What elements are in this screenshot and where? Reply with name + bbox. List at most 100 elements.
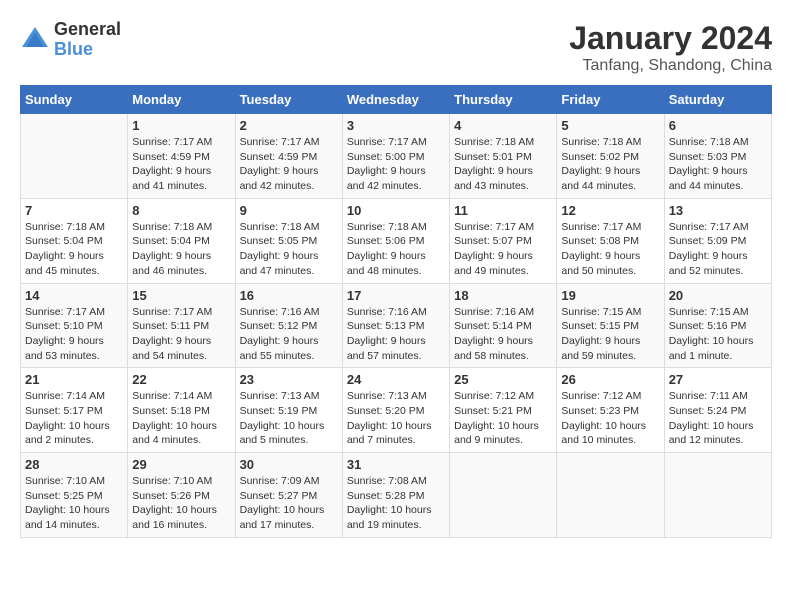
day-info: Sunrise: 7:10 AM Sunset: 5:25 PM Dayligh… [25, 474, 123, 533]
day-cell: 8 Sunrise: 7:18 AM Sunset: 5:04 PM Daylig… [128, 198, 235, 283]
day-info: Sunrise: 7:14 AM Sunset: 5:17 PM Dayligh… [25, 389, 123, 448]
day-info: Sunrise: 7:18 AM Sunset: 5:04 PM Dayligh… [132, 220, 230, 279]
day-info: Sunrise: 7:18 AM Sunset: 5:06 PM Dayligh… [347, 220, 445, 279]
day-cell: 26 Sunrise: 7:12 AM Sunset: 5:23 PM Dayli… [557, 368, 664, 453]
day-cell: 21 Sunrise: 7:14 AM Sunset: 5:17 PM Dayli… [21, 368, 128, 453]
day-cell: 17Sunrise: 7:16 AM Sunset: 5:13 PM Dayli… [342, 283, 449, 368]
day-number: 8 [132, 203, 230, 218]
day-cell: 27Sunrise: 7:11 AM Sunset: 5:24 PM Dayli… [664, 368, 771, 453]
day-number: 19 [561, 288, 659, 303]
day-cell: 7Sunrise: 7:18 AM Sunset: 5:04 PM Daylig… [21, 198, 128, 283]
day-number: 20 [669, 288, 767, 303]
header-cell-friday: Friday [557, 86, 664, 114]
header-cell-monday: Monday [128, 86, 235, 114]
day-number: 26 [561, 372, 659, 387]
day-number: 1 [132, 118, 230, 133]
day-cell [21, 114, 128, 199]
day-info: Sunrise: 7:18 AM Sunset: 5:04 PM Dayligh… [25, 220, 123, 279]
day-cell: 5Sunrise: 7:18 AM Sunset: 5:02 PM Daylig… [557, 114, 664, 199]
day-info: Sunrise: 7:10 AM Sunset: 5:26 PM Dayligh… [132, 474, 230, 533]
day-info: Sunrise: 7:17 AM Sunset: 5:09 PM Dayligh… [669, 220, 767, 279]
day-number: 28 [25, 457, 123, 472]
day-cell [557, 453, 664, 538]
day-cell: 1Sunrise: 7:17 AM Sunset: 4:59 PM Daylig… [128, 114, 235, 199]
header-cell-tuesday: Tuesday [235, 86, 342, 114]
day-number: 22 [132, 372, 230, 387]
day-number: 6 [669, 118, 767, 133]
day-cell: 22 Sunrise: 7:14 AM Sunset: 5:18 PM Dayli… [128, 368, 235, 453]
logo-blue: Blue [54, 40, 121, 60]
day-cell: 15 Sunrise: 7:17 AM Sunset: 5:11 PM Dayli… [128, 283, 235, 368]
week-row-2: 7Sunrise: 7:18 AM Sunset: 5:04 PM Daylig… [21, 198, 772, 283]
day-number: 11 [454, 203, 552, 218]
day-number: 12 [561, 203, 659, 218]
day-number: 4 [454, 118, 552, 133]
day-cell: 16 Sunrise: 7:16 AM Sunset: 5:12 PM Dayli… [235, 283, 342, 368]
day-cell: 29 Sunrise: 7:10 AM Sunset: 5:26 PM Dayli… [128, 453, 235, 538]
day-cell: 30 Sunrise: 7:09 AM Sunset: 5:27 PM Dayli… [235, 453, 342, 538]
day-number: 15 [132, 288, 230, 303]
day-number: 21 [25, 372, 123, 387]
logo-text: General Blue [54, 20, 121, 60]
day-info: Sunrise: 7:15 AM Sunset: 5:16 PM Dayligh… [669, 305, 767, 364]
week-row-5: 28 Sunrise: 7:10 AM Sunset: 5:25 PM Dayli… [21, 453, 772, 538]
day-cell: 12Sunrise: 7:17 AM Sunset: 5:08 PM Dayli… [557, 198, 664, 283]
day-info: Sunrise: 7:11 AM Sunset: 5:24 PM Dayligh… [669, 389, 767, 448]
day-number: 17 [347, 288, 445, 303]
day-number: 16 [240, 288, 338, 303]
header-cell-thursday: Thursday [450, 86, 557, 114]
day-cell: 4 Sunrise: 7:18 AM Sunset: 5:01 PM Daylig… [450, 114, 557, 199]
logo-icon [20, 25, 50, 55]
day-number: 9 [240, 203, 338, 218]
day-info: Sunrise: 7:13 AM Sunset: 5:20 PM Dayligh… [347, 389, 445, 448]
day-number: 2 [240, 118, 338, 133]
day-cell: 20 Sunrise: 7:15 AM Sunset: 5:16 PM Dayli… [664, 283, 771, 368]
header-cell-saturday: Saturday [664, 86, 771, 114]
day-info: Sunrise: 7:17 AM Sunset: 4:59 PM Dayligh… [240, 135, 338, 194]
day-number: 30 [240, 457, 338, 472]
day-number: 13 [669, 203, 767, 218]
day-cell: 23 Sunrise: 7:13 AM Sunset: 5:19 PM Dayli… [235, 368, 342, 453]
day-number: 29 [132, 457, 230, 472]
week-row-4: 21 Sunrise: 7:14 AM Sunset: 5:17 PM Dayli… [21, 368, 772, 453]
day-cell: 10 Sunrise: 7:18 AM Sunset: 5:06 PM Dayli… [342, 198, 449, 283]
day-info: Sunrise: 7:12 AM Sunset: 5:23 PM Dayligh… [561, 389, 659, 448]
calendar-header: SundayMondayTuesdayWednesdayThursdayFrid… [21, 86, 772, 114]
day-number: 25 [454, 372, 552, 387]
day-info: Sunrise: 7:08 AM Sunset: 5:28 PM Dayligh… [347, 474, 445, 533]
day-cell: 2 Sunrise: 7:17 AM Sunset: 4:59 PM Daylig… [235, 114, 342, 199]
day-number: 3 [347, 118, 445, 133]
day-info: Sunrise: 7:16 AM Sunset: 5:14 PM Dayligh… [454, 305, 552, 364]
day-cell: 6 Sunrise: 7:18 AM Sunset: 5:03 PM Daylig… [664, 114, 771, 199]
day-cell: 11Sunrise: 7:17 AM Sunset: 5:07 PM Dayli… [450, 198, 557, 283]
day-info: Sunrise: 7:18 AM Sunset: 5:01 PM Dayligh… [454, 135, 552, 194]
day-number: 23 [240, 372, 338, 387]
page-header: General Blue January 2024 Tanfang, Shand… [20, 20, 772, 75]
day-cell: 18Sunrise: 7:16 AM Sunset: 5:14 PM Dayli… [450, 283, 557, 368]
day-cell: 9 Sunrise: 7:18 AM Sunset: 5:05 PM Daylig… [235, 198, 342, 283]
month-year-title: January 2024 [569, 20, 772, 57]
day-cell: 14Sunrise: 7:17 AM Sunset: 5:10 PM Dayli… [21, 283, 128, 368]
day-info: Sunrise: 7:18 AM Sunset: 5:05 PM Dayligh… [240, 220, 338, 279]
location-label: Tanfang, Shandong, China [569, 57, 772, 75]
day-number: 10 [347, 203, 445, 218]
calendar-body: 1 Sunrise: 7:17 AM Sunset: 4:59 PM Daylig… [21, 114, 772, 538]
day-info: Sunrise: 7:18 AM Sunset: 5:02 PM Dayligh… [561, 135, 659, 194]
title-block: January 2024 Tanfang, Shandong, China [569, 20, 772, 75]
day-info: Sunrise: 7:09 AM Sunset: 5:27 PM Dayligh… [240, 474, 338, 533]
week-row-1: 1 Sunrise: 7:17 AM Sunset: 4:59 PM Daylig… [21, 114, 772, 199]
logo: General Blue [20, 20, 121, 60]
day-info: Sunrise: 7:18 AM Sunset: 5:03 PM Dayligh… [669, 135, 767, 194]
header-cell-wednesday: Wednesday [342, 86, 449, 114]
day-info: Sunrise: 7:15 AM Sunset: 5:15 PM Dayligh… [561, 305, 659, 364]
day-number: 31 [347, 457, 445, 472]
day-cell [450, 453, 557, 538]
logo-general: General [54, 20, 121, 40]
day-info: Sunrise: 7:13 AM Sunset: 5:19 PM Dayligh… [240, 389, 338, 448]
day-info: Sunrise: 7:17 AM Sunset: 5:10 PM Dayligh… [25, 305, 123, 364]
day-info: Sunrise: 7:17 AM Sunset: 5:00 PM Dayligh… [347, 135, 445, 194]
day-info: Sunrise: 7:16 AM Sunset: 5:12 PM Dayligh… [240, 305, 338, 364]
day-info: Sunrise: 7:14 AM Sunset: 5:18 PM Dayligh… [132, 389, 230, 448]
day-info: Sunrise: 7:12 AM Sunset: 5:21 PM Dayligh… [454, 389, 552, 448]
day-info: Sunrise: 7:17 AM Sunset: 5:11 PM Dayligh… [132, 305, 230, 364]
